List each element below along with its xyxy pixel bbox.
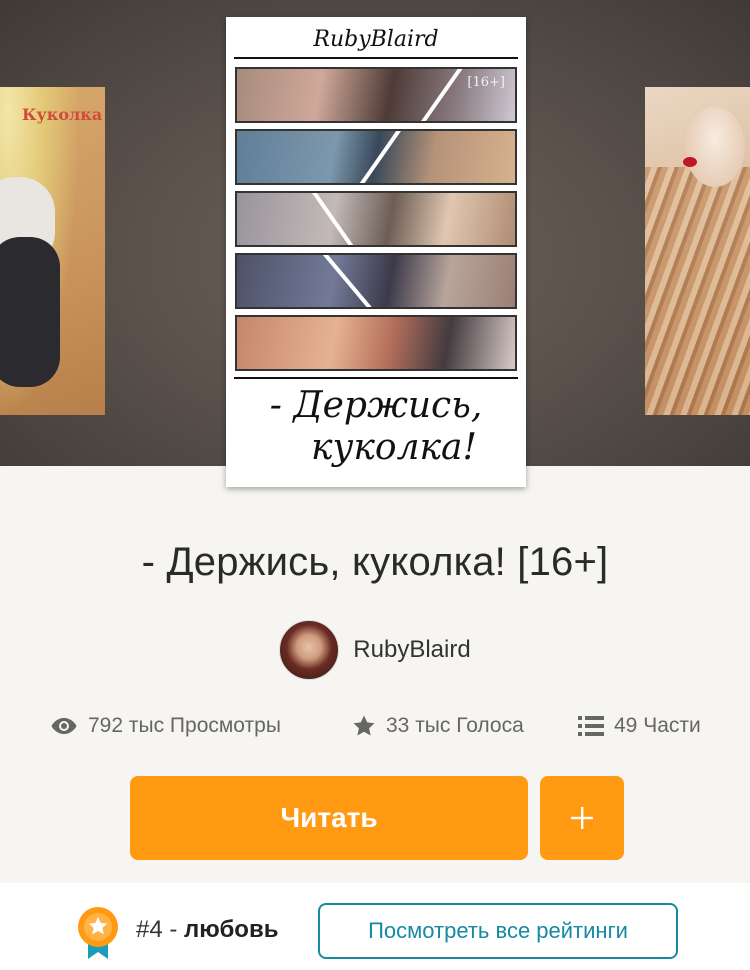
cover-slash: [354, 131, 404, 183]
cover-art: [0, 237, 60, 387]
story-title: - Держись, куколка! [16+]: [141, 540, 609, 584]
cover-divider: [234, 57, 518, 59]
cover-art: [685, 107, 745, 187]
author-link[interactable]: RubyBlaird: [0, 620, 750, 680]
views-count: 792 тыс Просмотры: [88, 714, 281, 737]
story-cover[interactable]: RubyBlaird [16+] - Держись, куколка!: [226, 17, 526, 487]
cover-photo-panel: [235, 315, 517, 371]
read-button[interactable]: Читать: [130, 776, 528, 860]
previous-story-cover[interactable]: Куколка: [0, 87, 105, 415]
cover-photo-panel: [16+]: [235, 67, 517, 123]
ranking-bar: #4 - любовь Посмотреть все рейтинги: [0, 883, 750, 970]
ranking-position: #4: [136, 916, 163, 943]
parts-count: 49 Части: [614, 714, 701, 737]
cover-divider: [234, 377, 518, 379]
cover-slash: [414, 69, 464, 121]
cover-slash: [309, 193, 359, 245]
author-name[interactable]: RubyBlaird: [353, 636, 470, 664]
cover-age-badge: [16+]: [467, 75, 505, 90]
star-icon: [353, 715, 375, 736]
plus-icon: [571, 807, 593, 829]
cover-author: RubyBlaird: [313, 27, 439, 52]
views-stat: 792 тыс Просмотры: [50, 714, 281, 738]
votes-count: 33 тыс Голоса: [386, 714, 524, 737]
cover-title-line: куколка!: [311, 427, 477, 468]
cover-photo-panel: [235, 253, 517, 309]
cover-photo-panel: [235, 191, 517, 247]
cover-slash: [321, 255, 377, 307]
side-cover-title: Куколка: [22, 105, 103, 124]
avatar[interactable]: [279, 620, 340, 680]
votes-stat: 33 тыс Голоса: [352, 714, 524, 738]
next-story-cover[interactable]: [645, 87, 750, 415]
eye-icon: [51, 718, 77, 734]
ranking-separator: -: [162, 916, 185, 943]
view-all-ratings-button[interactable]: Посмотреть все рейтинги: [318, 903, 678, 959]
cover-photo-panel: [235, 129, 517, 185]
cover-photo-panels: [16+]: [235, 67, 517, 377]
story-stats: 792 тыс Просмотры 33 тыс Голоса 49 Части: [0, 708, 750, 748]
list-icon: [578, 716, 604, 736]
ranking-medal-icon: [78, 907, 118, 959]
ranking-category: любовь: [184, 916, 279, 943]
add-to-library-button[interactable]: [540, 776, 624, 860]
cover-title-line: - Держись,: [269, 385, 483, 426]
cover-art: [683, 157, 697, 167]
cover-art: [645, 167, 750, 415]
parts-stat: 49 Части: [578, 714, 701, 738]
ranking-label: #4 - любовь: [136, 916, 278, 944]
